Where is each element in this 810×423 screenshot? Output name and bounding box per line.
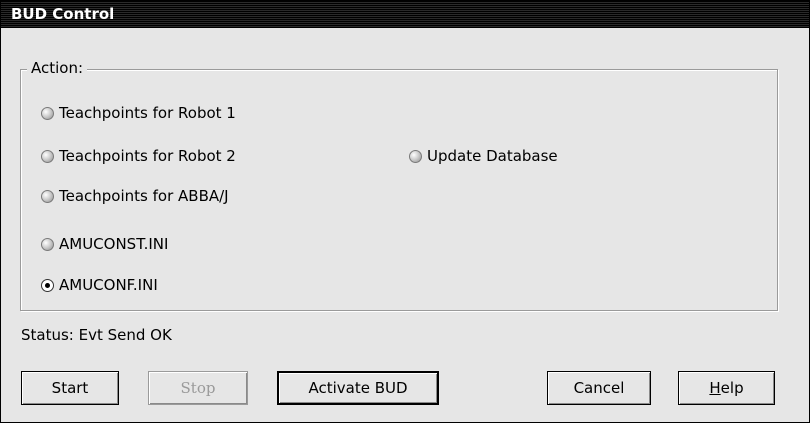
radio-indicator: [409, 149, 422, 163]
radio-teachpoints-abba-j[interactable]: Teachpoints for ABBA/J: [41, 187, 229, 205]
radio-label: Teachpoints for ABBA/J: [59, 187, 229, 205]
help-button[interactable]: Help: [678, 371, 775, 405]
stop-button[interactable]: Stop: [148, 371, 248, 405]
help-mnemonic: H: [709, 379, 721, 397]
window-title: BUD Control: [11, 5, 115, 23]
start-button[interactable]: Start: [21, 371, 119, 405]
cancel-button[interactable]: Cancel: [547, 371, 651, 405]
radio-label: Update Database: [427, 147, 558, 165]
radio-label: Teachpoints for Robot 2: [59, 147, 236, 165]
status-text: Status: Evt Send OK: [21, 326, 172, 344]
radio-indicator: [41, 149, 54, 163]
radio-teachpoints-robot-2[interactable]: Teachpoints for Robot 2: [41, 147, 236, 165]
radio-label: Teachpoints for Robot 1: [59, 104, 236, 122]
radio-teachpoints-robot-1[interactable]: Teachpoints for Robot 1: [41, 104, 236, 122]
bud-control-dialog: BUD Control Action: Teachpoints for Robo…: [0, 0, 810, 423]
radio-indicator: [41, 237, 54, 251]
radio-indicator-checked: [41, 278, 54, 292]
radio-update-database[interactable]: Update Database: [409, 147, 558, 165]
radio-indicator: [41, 106, 54, 120]
action-group-label: Action:: [27, 59, 88, 77]
radio-label: AMUCONST.INI: [59, 235, 169, 253]
help-label-rest: elp: [720, 379, 744, 397]
radio-amuconf-ini[interactable]: AMUCONF.INI: [41, 276, 158, 294]
radio-amuconst-ini[interactable]: AMUCONST.INI: [41, 235, 168, 253]
title-bar[interactable]: BUD Control: [1, 1, 809, 28]
radio-indicator: [41, 189, 54, 203]
radio-label: AMUCONF.INI: [59, 276, 158, 294]
activate-bud-button[interactable]: Activate BUD: [277, 371, 439, 405]
